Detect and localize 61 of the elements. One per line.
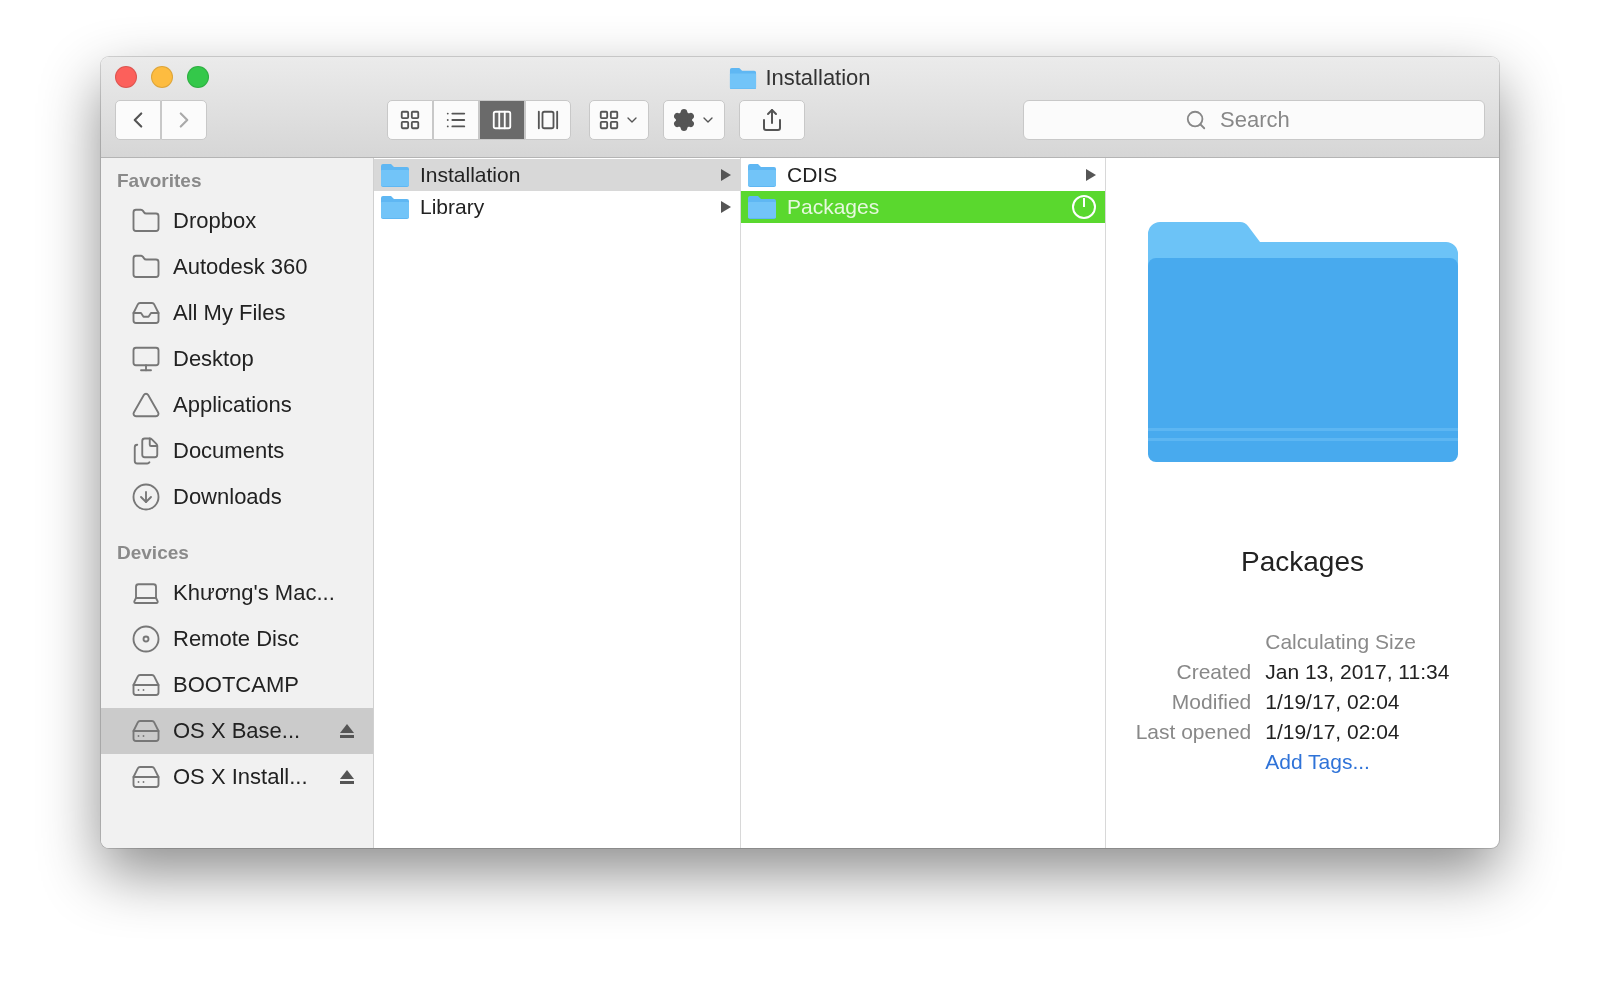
settings-button[interactable]	[663, 100, 725, 140]
sidebar-item[interactable]: OS X Base...	[101, 708, 373, 754]
info-value: 1/19/17, 02:04	[1265, 720, 1401, 744]
sidebar-item[interactable]: Applications	[101, 382, 373, 428]
disclosure-arrow-icon	[720, 168, 732, 182]
coverflow-view-button[interactable]	[525, 100, 571, 140]
info-value: Jan 13, 2017, 11:34	[1265, 660, 1450, 684]
grid-icon	[598, 109, 620, 131]
file-row[interactable]: Installation	[374, 159, 740, 191]
triangle-icon	[131, 390, 161, 420]
download-icon	[131, 482, 161, 512]
arrange-button[interactable]	[589, 100, 649, 140]
file-row[interactable]: Library	[374, 191, 740, 223]
columns-view-button[interactable]	[479, 100, 525, 140]
folder-icon	[747, 163, 777, 187]
size-status: Calculating Size	[1265, 630, 1417, 654]
sidebar-item[interactable]: Downloads	[101, 474, 373, 520]
disclosure-arrow-icon	[720, 200, 732, 214]
eject-icon[interactable]	[339, 769, 355, 785]
folder-icon	[380, 163, 410, 187]
sidebar-item[interactable]: Dropbox	[101, 198, 373, 244]
list-view-button[interactable]	[433, 100, 479, 140]
folder-icon	[747, 195, 777, 219]
info-label: Last opened	[1135, 720, 1252, 744]
file-name: Packages	[1241, 546, 1364, 578]
share-button[interactable]	[739, 100, 805, 140]
disclosure-arrow-icon	[1085, 168, 1097, 182]
disc-icon	[131, 624, 161, 654]
search-icon	[1185, 109, 1207, 131]
section-heading: Favorites	[116, 170, 203, 193]
sidebar-item[interactable]: Documents	[101, 428, 373, 474]
search-field[interactable]: Search	[1023, 100, 1485, 140]
sidebar-item[interactable]: Autodesk 360	[101, 244, 373, 290]
folder-icon	[729, 66, 758, 90]
info-label: Modified	[1170, 690, 1252, 714]
add-tags-link[interactable]: Add Tags...	[1265, 750, 1450, 774]
grid-icon	[399, 109, 421, 131]
progress-icon	[1071, 194, 1097, 220]
window-title: Installation	[765, 65, 871, 91]
info-value: 1/19/17, 02:04	[1265, 690, 1401, 714]
documents-icon	[131, 436, 161, 466]
share-icon	[760, 108, 784, 132]
sidebar-item[interactable]: Khương's Mac...	[101, 570, 373, 616]
file-row[interactable]: CDIS	[741, 159, 1105, 191]
sidebar-item[interactable]: BOOTCAMP	[101, 662, 373, 708]
columns-icon	[491, 109, 513, 131]
monitor-icon	[131, 344, 161, 374]
sidebar-item[interactable]: Remote Disc	[101, 616, 373, 662]
folder-preview-icon	[1147, 220, 1458, 464]
eject-icon[interactable]	[339, 723, 355, 739]
back-button[interactable]	[115, 100, 161, 140]
close-button[interactable]	[115, 66, 137, 88]
settings-icon	[672, 108, 696, 132]
sidebar-item[interactable]: OS X Install...	[101, 754, 373, 800]
sidebar-item[interactable]: All My Files	[101, 290, 373, 336]
info-label: Created	[1175, 660, 1252, 684]
gallery-icon	[537, 109, 559, 131]
folder-icon	[380, 195, 410, 219]
section-heading: Devices	[116, 542, 190, 565]
icons-view-button[interactable]	[387, 100, 433, 140]
sidebar-item[interactable]: Desktop	[101, 336, 373, 382]
